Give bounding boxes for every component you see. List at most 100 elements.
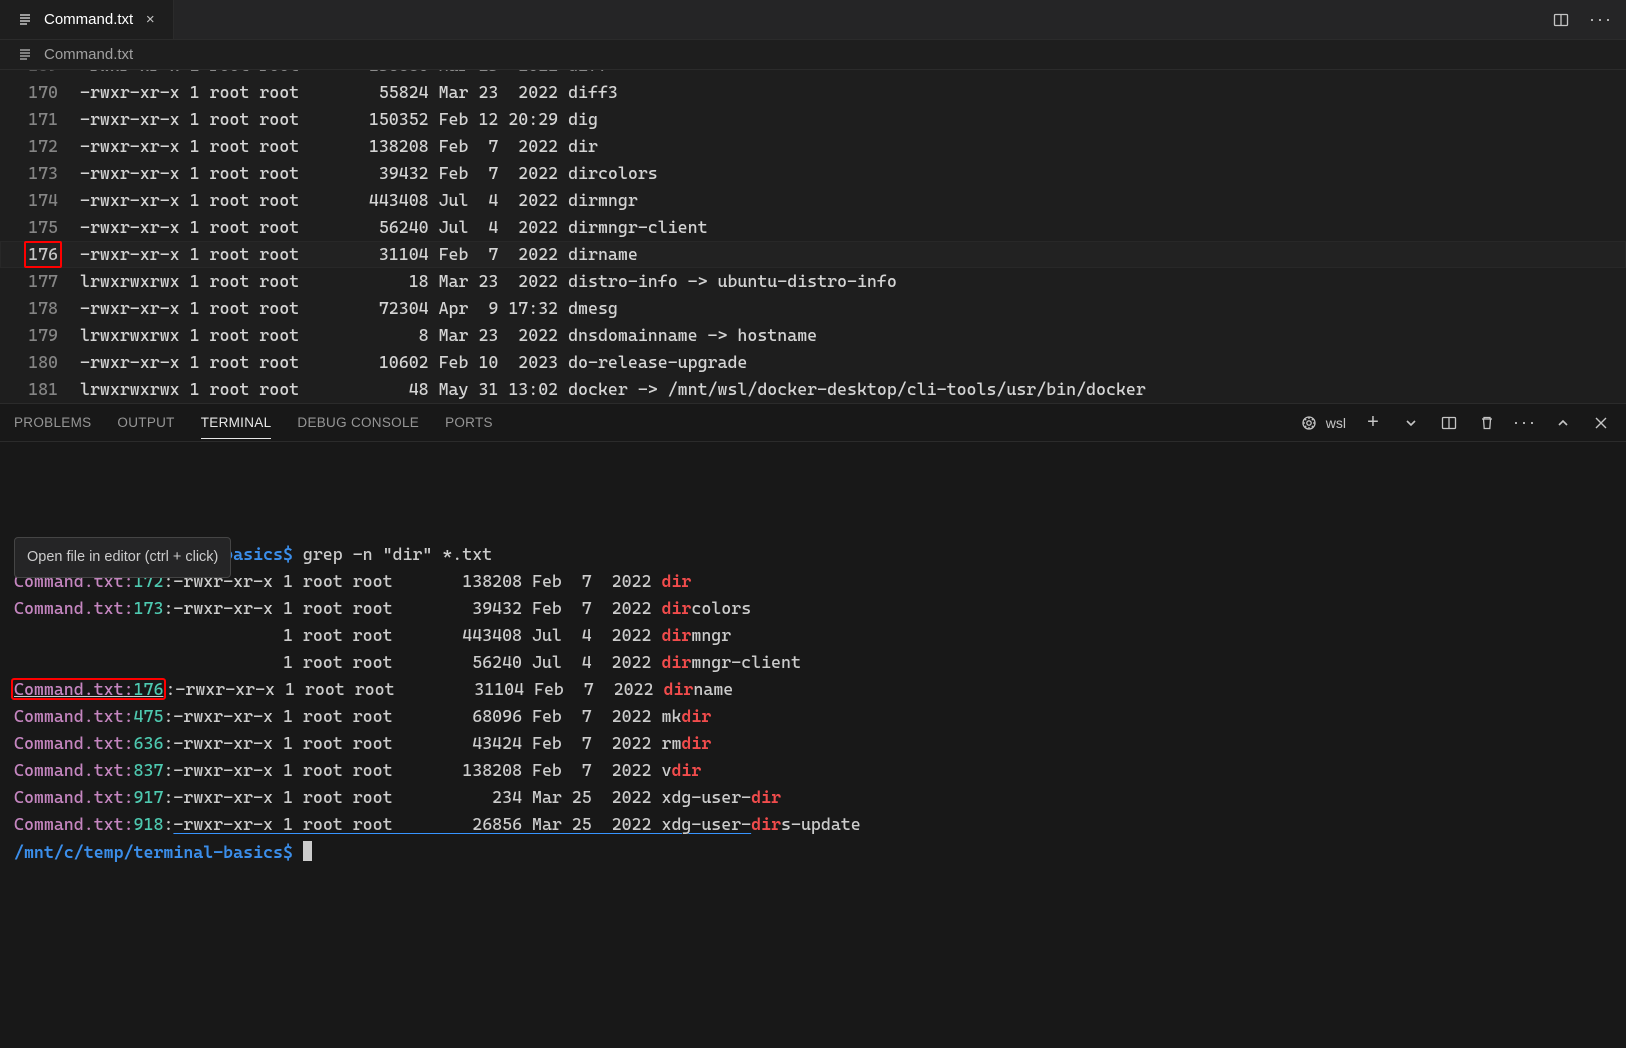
- file-lines-icon: [14, 44, 36, 66]
- terminal-view[interactable]: /mnt/c/temp/terminal-basics$ grep -n "di…: [0, 442, 1626, 1048]
- grep-body: -rwxr-xr-x 1 root root 138208 Feb 7 2022: [173, 571, 661, 591]
- file-lines-icon: [14, 9, 36, 31]
- grep-lineno: 917: [134, 787, 164, 807]
- split-terminal-icon[interactable]: [1438, 412, 1460, 434]
- code-text: -rwxr-xr-x 1 root root 150352 Feb 12 20:…: [80, 106, 1626, 133]
- grep-body: 1 root root 56240 Jul 4 2022: [273, 652, 661, 672]
- code-text: -rwxr-xr-x 1 root root 72304 Apr 9 17:32…: [80, 295, 1626, 322]
- kill-terminal-icon[interactable]: [1476, 412, 1498, 434]
- terminal-profile-label[interactable]: wsl: [1298, 412, 1346, 434]
- editor-line[interactable]: 177lrwxrwxrwx 1 root root 18 Mar 23 2022…: [0, 268, 1626, 295]
- grep-match: dir: [671, 760, 701, 780]
- editor-line[interactable]: 178-rwxr-xr-x 1 root root 72304 Apr 9 17…: [0, 295, 1626, 322]
- prompt-suffix: $: [283, 842, 293, 862]
- editor-line[interactable]: 170-rwxr-xr-x 1 root root 55824 Mar 23 2…: [0, 79, 1626, 106]
- terminal-cwd: /mnt/c/temp/terminal-basics: [14, 842, 283, 862]
- grep-file[interactable]: Command.txt: [14, 706, 124, 726]
- tab-bar-spacer: [174, 0, 1536, 39]
- grep-result-row: Command.txt:917:-rwxr-xr-x 1 root root 2…: [14, 784, 1612, 811]
- file-link[interactable]: Command.txt:176: [12, 679, 165, 699]
- panel-tabs: PROBLEMS OUTPUT TERMINAL DEBUG CONSOLE P…: [0, 404, 1626, 442]
- panel-tab-problems[interactable]: PROBLEMS: [14, 407, 91, 438]
- line-number: 177: [0, 268, 80, 295]
- grep-file[interactable]: Command.txt: [14, 598, 124, 618]
- maximize-panel-icon[interactable]: [1552, 412, 1574, 434]
- panel-tab-output[interactable]: OUTPUT: [117, 407, 174, 438]
- grep-tail: colors: [691, 598, 751, 618]
- code-text: -rwxr-xr-x 1 root root 10602 Feb 10 2023…: [80, 349, 1626, 376]
- grep-result-row: Command.txt:918:-rwxr-xr-x 1 root root 2…: [14, 811, 1612, 838]
- line-number: 173: [0, 160, 80, 187]
- code-text: lrwxrwxrwx 1 root root 18 Mar 23 2022 di…: [80, 268, 1626, 295]
- grep-lineno: 475: [134, 706, 164, 726]
- panel-tab-debug[interactable]: DEBUG CONSOLE: [297, 407, 419, 438]
- hover-tooltip: Open file in editor (ctrl + click): [14, 537, 231, 578]
- editor-tab[interactable]: Command.txt ×: [0, 0, 174, 39]
- grep-match: dir: [661, 652, 691, 672]
- grep-body: -rwxr-xr-x 1 root root 26856 Mar 25 2022…: [173, 814, 751, 834]
- terminal-shell-name: wsl: [1326, 415, 1346, 431]
- panel-tab-terminal[interactable]: TERMINAL: [201, 407, 272, 439]
- grep-file[interactable]: Command.txt: [14, 787, 124, 807]
- grep-lineno: 176: [134, 679, 164, 699]
- grep-lineno: 173: [134, 598, 164, 618]
- grep-result-row: Command.txt:837:-rwxr-xr-x 1 root root 1…: [14, 757, 1612, 784]
- new-terminal-button[interactable]: +: [1362, 412, 1384, 434]
- grep-lineno: 636: [134, 733, 164, 753]
- code-text: -rwxr-xr-x 1 root root 55824 Mar 23 2022…: [80, 79, 1626, 106]
- grep-match: dir: [681, 733, 711, 753]
- grep-body: 1 root root 443408 Jul 4 2022: [273, 625, 661, 645]
- editor-line[interactable]: 175-rwxr-xr-x 1 root root 56240 Jul 4 20…: [0, 214, 1626, 241]
- editor-line[interactable]: 172-rwxr-xr-x 1 root root 138208 Feb 7 2…: [0, 133, 1626, 160]
- grep-file[interactable]: Command.txt: [14, 760, 124, 780]
- editor-line[interactable]: 171-rwxr-xr-x 1 root root 150352 Feb 12 …: [0, 106, 1626, 133]
- editor-line[interactable]: 173-rwxr-xr-x 1 root root 39432 Feb 7 20…: [0, 160, 1626, 187]
- line-number: 178: [0, 295, 80, 322]
- grep-match: dir: [661, 625, 691, 645]
- grep-body: -rwxr-xr-x 1 root root 68096 Feb 7 2022 …: [173, 706, 681, 726]
- breadcrumb[interactable]: Command.txt: [0, 40, 1626, 70]
- editor-line[interactable]: 179lrwxrwxrwx 1 root root 8 Mar 23 2022 …: [0, 322, 1626, 349]
- panel-tab-ports[interactable]: PORTS: [445, 407, 493, 438]
- editor-line[interactable]: 176-rwxr-xr-x 1 root root 31104 Feb 7 20…: [0, 241, 1626, 268]
- grep-body: -rwxr-xr-x 1 root root 43424 Feb 7 2022 …: [173, 733, 681, 753]
- panel-more-icon[interactable]: ···: [1514, 412, 1536, 434]
- grep-match: dir: [664, 679, 694, 699]
- grep-tail: s-update: [781, 814, 861, 834]
- terminal-profile-chevron-icon[interactable]: [1400, 412, 1422, 434]
- code-text: -rwxr-xr-x 1 root root 39432 Feb 7 2022 …: [80, 160, 1626, 187]
- grep-result-row: Command.txt:173:-rwxr-xr-x 1 root root 3…: [14, 595, 1612, 622]
- code-text: lrwxrwxrwx 1 root root 48 May 31 13:02 d…: [80, 376, 1626, 403]
- editor-area[interactable]: 169-rwxr-xr-x 1 root root 135680 Mar 23 …: [0, 70, 1626, 403]
- grep-match: dir: [662, 598, 692, 618]
- close-panel-icon[interactable]: [1590, 412, 1612, 434]
- line-number: 180: [0, 349, 80, 376]
- tab-bar: Command.txt × ···: [0, 0, 1626, 40]
- code-text: -rwxr-xr-x 1 root root 56240 Jul 4 2022 …: [80, 214, 1626, 241]
- tab-filename: Command.txt: [44, 11, 133, 28]
- grep-body: -rwxr-xr-x 1 root root 31104 Feb 7 2022: [175, 679, 663, 699]
- editor-line[interactable]: 174-rwxr-xr-x 1 root root 443408 Jul 4 2…: [0, 187, 1626, 214]
- grep-lineno: 918: [134, 814, 164, 834]
- code-text: lrwxrwxrwx 1 root root 8 Mar 23 2022 dns…: [80, 322, 1626, 349]
- grep-lineno: 837: [134, 760, 164, 780]
- grep-match: dir: [681, 706, 711, 726]
- line-number: 169: [0, 70, 80, 79]
- editor-line[interactable]: 180-rwxr-xr-x 1 root root 10602 Feb 10 2…: [0, 349, 1626, 376]
- more-actions-icon[interactable]: ···: [1590, 9, 1612, 31]
- grep-body: -rwxr-xr-x 1 root root 234 Mar 25 2022 x…: [173, 787, 751, 807]
- grep-result-row: Command.txt:475:-rwxr-xr-x 1 root root 6…: [14, 703, 1612, 730]
- tab-close-button[interactable]: ×: [141, 11, 159, 28]
- grep-result-row: Command.txt:176:-rwxr-xr-x 1 root root 3…: [14, 676, 1612, 703]
- grep-file[interactable]: Command.txt: [14, 814, 124, 834]
- wsl-icon: [1298, 412, 1320, 434]
- grep-tail: mngr-client: [691, 652, 801, 672]
- split-editor-icon[interactable]: [1550, 9, 1572, 31]
- breadcrumb-filename: Command.txt: [44, 46, 133, 63]
- grep-match: dir: [751, 787, 781, 807]
- prompt-suffix: $: [283, 544, 293, 564]
- grep-body: -rwxr-xr-x 1 root root 39432 Feb 7 2022: [173, 598, 661, 618]
- editor-line[interactable]: 181lrwxrwxrwx 1 root root 48 May 31 13:0…: [0, 376, 1626, 403]
- grep-file[interactable]: Command.txt: [14, 733, 124, 753]
- grep-match: dir: [751, 814, 781, 834]
